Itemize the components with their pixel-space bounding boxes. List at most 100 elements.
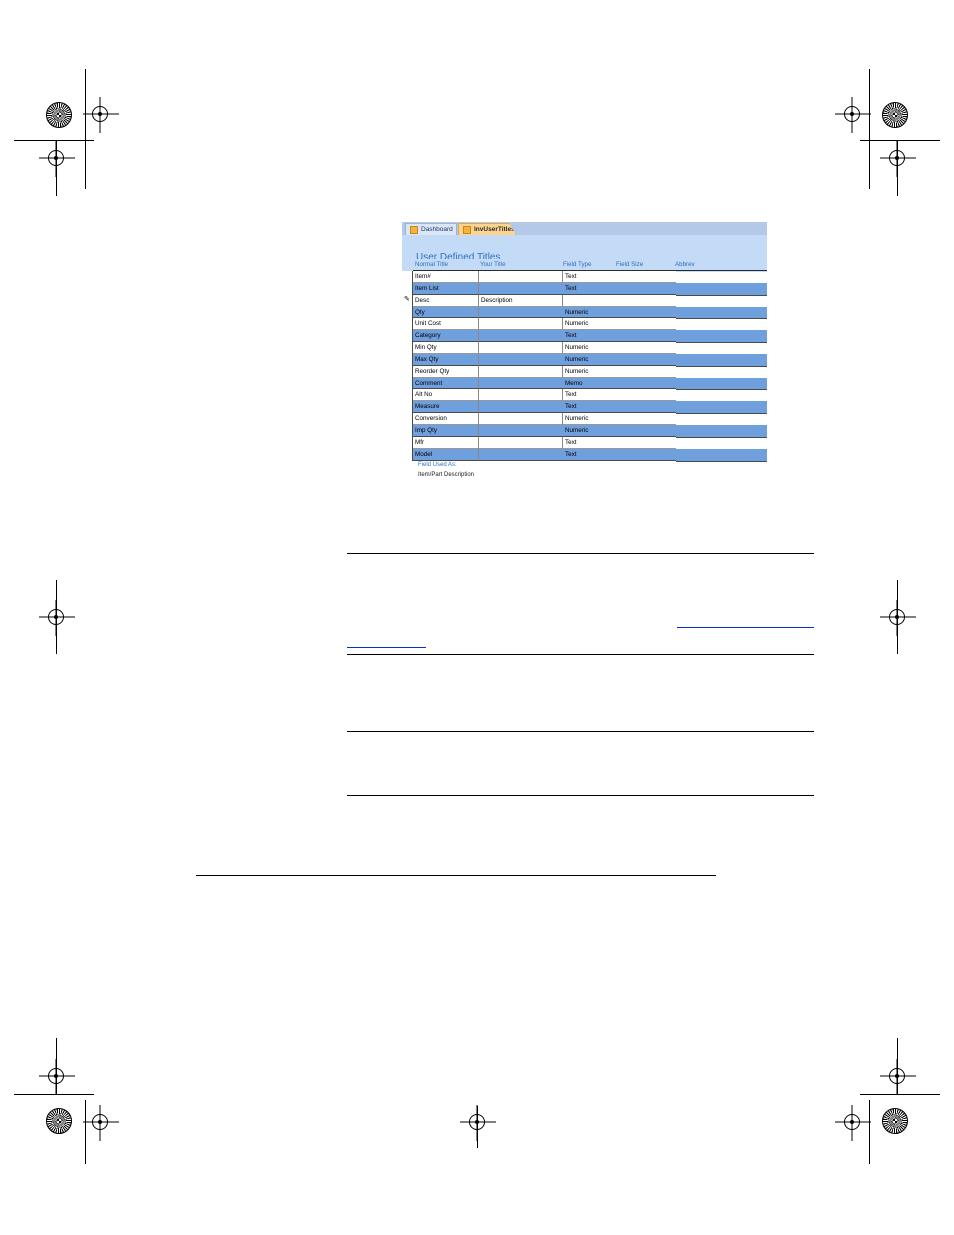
record-selector[interactable] xyxy=(402,365,413,378)
table-row[interactable]: Unit Cost Numeric xyxy=(402,318,767,331)
tab-dashboard[interactable]: Dashboard xyxy=(405,223,457,235)
table-rule xyxy=(347,795,814,796)
table-row[interactable]: Min Qty Numeric xyxy=(402,342,767,354)
table-row[interactable]: Imp Qty Numeric xyxy=(402,424,767,438)
form-icon xyxy=(410,226,418,234)
field-type-cell: Text xyxy=(563,330,676,343)
table-row[interactable]: Comment Memo xyxy=(402,377,767,391)
table-row[interactable]: Alt No Text xyxy=(402,389,767,402)
access-form-window: Dashboard InvUserTitles User Defined Tit… xyxy=(402,222,767,484)
normal-title-cell: Mfr xyxy=(413,436,479,449)
your-title-input[interactable] xyxy=(479,271,563,283)
hyperlink-underline[interactable] xyxy=(677,627,814,628)
column-header-field-size: Field Size xyxy=(616,261,644,268)
record-selector-edit-icon[interactable] xyxy=(402,294,413,307)
table-row[interactable]: Item List Text xyxy=(402,282,767,296)
table-row[interactable]: DescDescription xyxy=(402,294,767,307)
record-selector[interactable] xyxy=(402,318,413,331)
record-selector[interactable] xyxy=(402,448,413,461)
table-row[interactable]: Mfr Text xyxy=(402,436,767,449)
tab-label: InvUserTitles xyxy=(474,226,515,233)
field-type-cell: Numeric xyxy=(563,306,676,319)
normal-title-cell: Comment xyxy=(413,377,479,390)
field-type-cell: Text xyxy=(563,448,676,461)
your-title-input[interactable] xyxy=(479,389,563,402)
normal-title-cell: Alt No xyxy=(413,389,479,402)
table-row[interactable]: Qty Numeric xyxy=(402,306,767,320)
your-title-input[interactable] xyxy=(479,282,563,295)
table-row[interactable]: Model Text xyxy=(402,448,767,462)
field-used-as-value: Item/Part Description xyxy=(418,472,475,478)
field-type-cell: Numeric xyxy=(563,424,676,437)
column-header-abbrev: Abbrev xyxy=(675,261,695,268)
field-size-abbrev-cell xyxy=(676,318,767,330)
field-type-cell: Memo xyxy=(563,377,676,390)
record-selector[interactable] xyxy=(402,389,413,402)
your-title-input[interactable] xyxy=(479,401,563,414)
field-type-cell: Numeric xyxy=(563,365,676,378)
field-size-abbrev-cell xyxy=(676,271,767,283)
your-title-input[interactable] xyxy=(479,342,563,354)
normal-title-cell: Max Qty xyxy=(413,353,479,366)
record-selector[interactable] xyxy=(402,424,413,437)
field-type-cell: Numeric xyxy=(563,353,676,366)
your-title-input[interactable] xyxy=(479,318,563,331)
column-header-field-type: Field Type xyxy=(563,261,592,268)
field-type-cell: Numeric xyxy=(563,318,676,331)
table-row[interactable]: Reorder Qty Numeric xyxy=(402,365,767,378)
document-tab-bar: Dashboard InvUserTitles xyxy=(402,222,767,235)
normal-title-cell: Unit Cost xyxy=(413,318,479,331)
table-row[interactable]: Category Text xyxy=(402,330,767,344)
your-title-input[interactable] xyxy=(479,377,563,390)
form-icon xyxy=(463,226,471,234)
field-size-abbrev-cell xyxy=(676,437,767,449)
column-header-normal-title: Normal Title xyxy=(415,261,449,268)
normal-title-cell: Item# xyxy=(413,271,479,283)
form-header: User Defined Titles Normal Title Your Ti… xyxy=(402,235,767,272)
your-title-input[interactable] xyxy=(479,306,563,319)
record-selector[interactable] xyxy=(402,436,413,449)
field-type-cell xyxy=(563,294,676,307)
record-selector[interactable] xyxy=(402,330,413,343)
record-selector[interactable] xyxy=(402,413,413,425)
your-title-input[interactable] xyxy=(479,413,563,425)
field-size-abbrev-cell xyxy=(676,448,767,462)
field-used-as-label: Field Used As: xyxy=(418,462,457,468)
record-selector[interactable] xyxy=(402,353,413,366)
normal-title-cell: Measure xyxy=(413,401,479,414)
table-rule xyxy=(347,553,814,554)
your-title-input[interactable]: Description xyxy=(479,294,563,307)
hyperlink-underline[interactable] xyxy=(347,647,426,648)
your-title-input[interactable] xyxy=(479,448,563,461)
normal-title-cell: Conversion xyxy=(413,413,479,425)
table-row[interactable]: Max Qty Numeric xyxy=(402,353,767,367)
normal-title-cell: Model xyxy=(413,448,479,461)
your-title-input[interactable] xyxy=(479,424,563,437)
field-type-cell: Text xyxy=(563,389,676,402)
your-title-input[interactable] xyxy=(479,353,563,366)
records-list: Item#TextItem ListTextDescDescriptionQty… xyxy=(402,271,767,462)
field-size-abbrev-cell xyxy=(676,413,767,425)
field-type-cell: Text xyxy=(563,271,676,283)
footer-rule xyxy=(196,875,716,876)
your-title-input[interactable] xyxy=(479,365,563,378)
table-row[interactable]: Item# Text xyxy=(402,271,767,283)
table-row[interactable]: Conversion Numeric xyxy=(402,413,767,425)
tab-label: Dashboard xyxy=(421,226,453,233)
normal-title-cell: Category xyxy=(413,330,479,343)
record-selector[interactable] xyxy=(402,377,413,390)
normal-title-cell: Reorder Qty xyxy=(413,365,479,378)
table-rule xyxy=(347,731,814,732)
your-title-input[interactable] xyxy=(479,436,563,449)
table-row[interactable]: Measure Text xyxy=(402,401,767,415)
record-selector[interactable] xyxy=(402,342,413,354)
field-size-abbrev-cell xyxy=(676,366,767,378)
record-selector[interactable] xyxy=(402,271,413,283)
field-type-cell: Numeric xyxy=(563,342,676,354)
record-selector[interactable] xyxy=(402,401,413,414)
record-selector[interactable] xyxy=(402,306,413,319)
your-title-input[interactable] xyxy=(479,330,563,343)
normal-title-cell: Item List xyxy=(413,282,479,295)
field-type-cell: Text xyxy=(563,282,676,295)
tab-inv-user-titles[interactable]: InvUserTitles xyxy=(458,223,516,235)
